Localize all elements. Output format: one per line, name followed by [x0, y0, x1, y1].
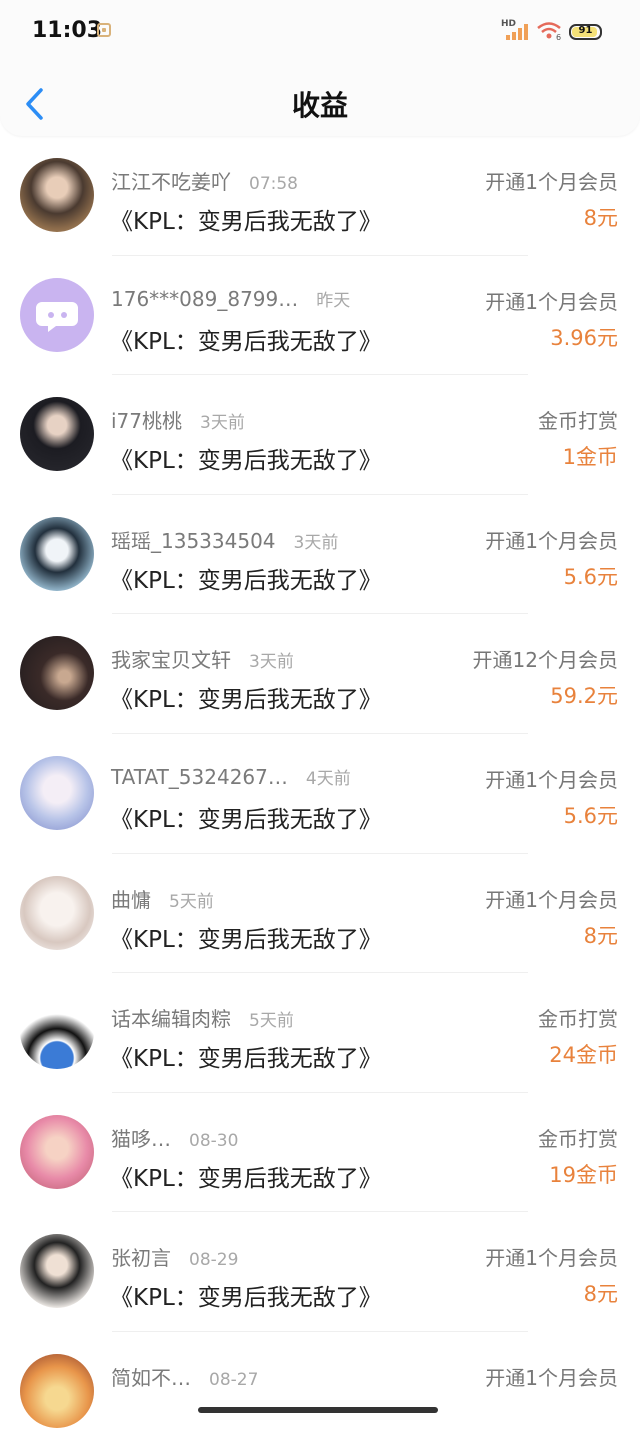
- earning-type: 开通12个月会员: [472, 648, 618, 673]
- status-bar: 11:03 HD 6 91: [0, 0, 640, 62]
- user-name: 176***089_8799… 昨天: [111, 286, 350, 311]
- avatar[interactable]: [20, 755, 94, 830]
- user-name: 我家宝贝文轩 3天前: [111, 644, 294, 673]
- list-item[interactable]: 我家宝贝文轩 3天前《KPL：变男后我无敌了》 开通12个月会员 59.2元: [0, 614, 640, 734]
- book-title: 《KPL：变男后我无敌了》: [110, 926, 382, 953]
- record-time: 08-30: [189, 1130, 239, 1151]
- book-title: 《KPL：变男后我无敌了》: [110, 1285, 382, 1312]
- earning-amount: 5.6元: [563, 803, 618, 828]
- earnings-list: 江江不吃姜吖 07:58 《KPL：变男后我无敌了》 开通1个月会员 8元 176***0…: [0, 136, 640, 1452]
- avatar[interactable]: [20, 636, 94, 711]
- earning-amount: 8元: [583, 206, 618, 230]
- list-item[interactable]: 话本编辑肉粽 5天前《KPL：变男后我无敌了》 金币打赏 24金币: [0, 973, 640, 1093]
- book-title: 《KPL：变男后我无敌了》: [110, 1046, 382, 1073]
- record-time: 4天前: [305, 768, 351, 789]
- earning-type: 开通1个月会员: [485, 1365, 618, 1390]
- earning-amount: 59.2元: [550, 684, 618, 709]
- list-item[interactable]: 瑶瑶_135334504 3天前《KPL：变男后我无敌了》 开通1个月会员 5.6元: [0, 495, 640, 615]
- user-name-text: 曲慵: [111, 887, 151, 912]
- status-time: 11:03: [32, 18, 103, 43]
- earning-type: 开通1个月会员: [485, 1246, 618, 1271]
- avatar[interactable]: [20, 1353, 94, 1428]
- user-name: 曲慵 5天前: [111, 884, 214, 913]
- list-item[interactable]: 江江不吃姜吖 07:58 《KPL：变男后我无敌了》 开通1个月会员 8元: [0, 136, 640, 256]
- user-name-text: i77桃桃: [111, 409, 183, 434]
- record-time: 08-29: [189, 1250, 239, 1271]
- user-name: 话本编辑肉粽 5天前: [111, 1003, 294, 1032]
- earning-amount: 8元: [583, 1282, 618, 1307]
- earning-type: 金币打赏: [538, 1126, 618, 1151]
- avatar[interactable]: [20, 995, 94, 1070]
- earning-type: 开通1个月会员: [485, 528, 618, 553]
- record-time: 5天前: [169, 891, 214, 912]
- user-name-text: 简如不…: [111, 1365, 191, 1390]
- book-title: 《KPL：变男后我无敌了》: [110, 328, 382, 355]
- record-time: 07:58: [249, 174, 298, 194]
- user-name-text: 我家宝贝文轩: [111, 648, 231, 673]
- record-time: 昨天: [316, 290, 351, 311]
- user-name-text: 猫哆…: [111, 1126, 171, 1151]
- user-name: i77桃桃 3天前: [111, 405, 245, 434]
- record-time: 3天前: [249, 652, 294, 673]
- page-title: 收益: [291, 89, 348, 122]
- book-title: 《KPL：变男后我无敌了》: [110, 567, 382, 594]
- user-name: TATAT_5324267… 4天前: [111, 764, 351, 789]
- book-title: 《KPL：变男后我无敌了》: [110, 806, 382, 833]
- record-time: 3天前: [293, 532, 339, 553]
- book-title: 《KPL：变男后我无敌了》: [110, 209, 382, 235]
- book-title: 《KPL：变男后我无敌了》: [110, 1165, 382, 1192]
- battery-level: 91: [578, 25, 593, 36]
- avatar[interactable]: [20, 516, 94, 591]
- battery-icon: 91: [569, 24, 602, 40]
- book-title: 《KPL：变男后我无敌了》: [110, 687, 382, 714]
- earning-amount: 3.96元: [550, 325, 618, 350]
- list-item[interactable]: 曲慵 5天前《KPL：变男后我无敌了》 开通1个月会员 8元: [0, 854, 640, 974]
- earning-type: 开通1个月会员: [485, 887, 618, 912]
- earning-amount: 24金币: [549, 1043, 618, 1068]
- avatar[interactable]: [20, 397, 94, 472]
- avatar[interactable]: [20, 158, 94, 232]
- earning-amount: 1金币: [562, 445, 618, 470]
- earning-type: 开通1个月会员: [485, 170, 618, 194]
- user-name: 张初言 08-29: [111, 1242, 238, 1271]
- user-name-text: 张初言: [111, 1246, 171, 1271]
- earning-amount: 19金币: [549, 1162, 618, 1187]
- record-time: 08-27: [209, 1369, 259, 1390]
- user-name-text: 话本编辑肉粽: [111, 1007, 231, 1032]
- list-item[interactable]: TATAT_5324267… 4天前《KPL：变男后我无敌了》 开通1个月会员 5.6…: [0, 734, 640, 854]
- user-name: 瑶瑶_135334504 3天前: [111, 525, 338, 554]
- list-item[interactable]: 猫哆… 08-30 《KPL：变男后我无敌了》 金币打赏 19金币: [0, 1093, 640, 1213]
- earning-amount: 8元: [583, 923, 618, 948]
- book-title: 《KPL：变男后我无敌了》: [110, 448, 382, 475]
- home-indicator[interactable]: [198, 1407, 438, 1413]
- wifi-badge: 6: [556, 33, 562, 42]
- earning-type: 开通1个月会员: [485, 289, 618, 314]
- list-item[interactable]: 简如不… 08-27 开通1个月会员: [0, 1332, 640, 1452]
- list-item[interactable]: 张初言 08-29 《KPL：变男后我无敌了》 开通1个月会员 8元: [0, 1212, 640, 1332]
- list-item[interactable]: i77桃桃 3天前《KPL：变男后我无敌了》 金币打赏 1金币: [0, 375, 640, 495]
- user-name-text: 江江不吃姜吖: [111, 170, 231, 194]
- user-name: 江江不吃姜吖 07:58: [111, 166, 298, 195]
- list-item[interactable]: 176***089_8799… 昨天《KPL：变男后我无敌了》 开通1个月会员 3.9…: [0, 256, 640, 376]
- avatar[interactable]: [20, 1234, 94, 1309]
- user-name: 简如不… 08-27: [111, 1362, 258, 1391]
- record-time: 5天前: [249, 1011, 294, 1032]
- user-name-text: 瑶瑶_135334504: [111, 528, 276, 553]
- earning-amount: 5.6元: [563, 564, 618, 589]
- user-name: 猫哆… 08-30: [111, 1123, 238, 1152]
- record-time: 3天前: [200, 413, 245, 434]
- avatar[interactable]: [20, 875, 94, 950]
- signal-icon: [506, 24, 528, 40]
- top-area: 11:03 HD 6 91 收益: [0, 0, 640, 136]
- user-name-text: TATAT_5324267…: [111, 764, 288, 789]
- earning-type: 金币打赏: [538, 1007, 618, 1032]
- chat-bubble-icon: [36, 301, 78, 332]
- notification-icon: [97, 23, 111, 37]
- earning-type: 金币打赏: [538, 409, 618, 434]
- earning-type: 开通1个月会员: [485, 767, 618, 792]
- user-name-text: 176***089_8799…: [111, 286, 299, 311]
- avatar[interactable]: [20, 1114, 94, 1189]
- avatar[interactable]: [20, 277, 94, 352]
